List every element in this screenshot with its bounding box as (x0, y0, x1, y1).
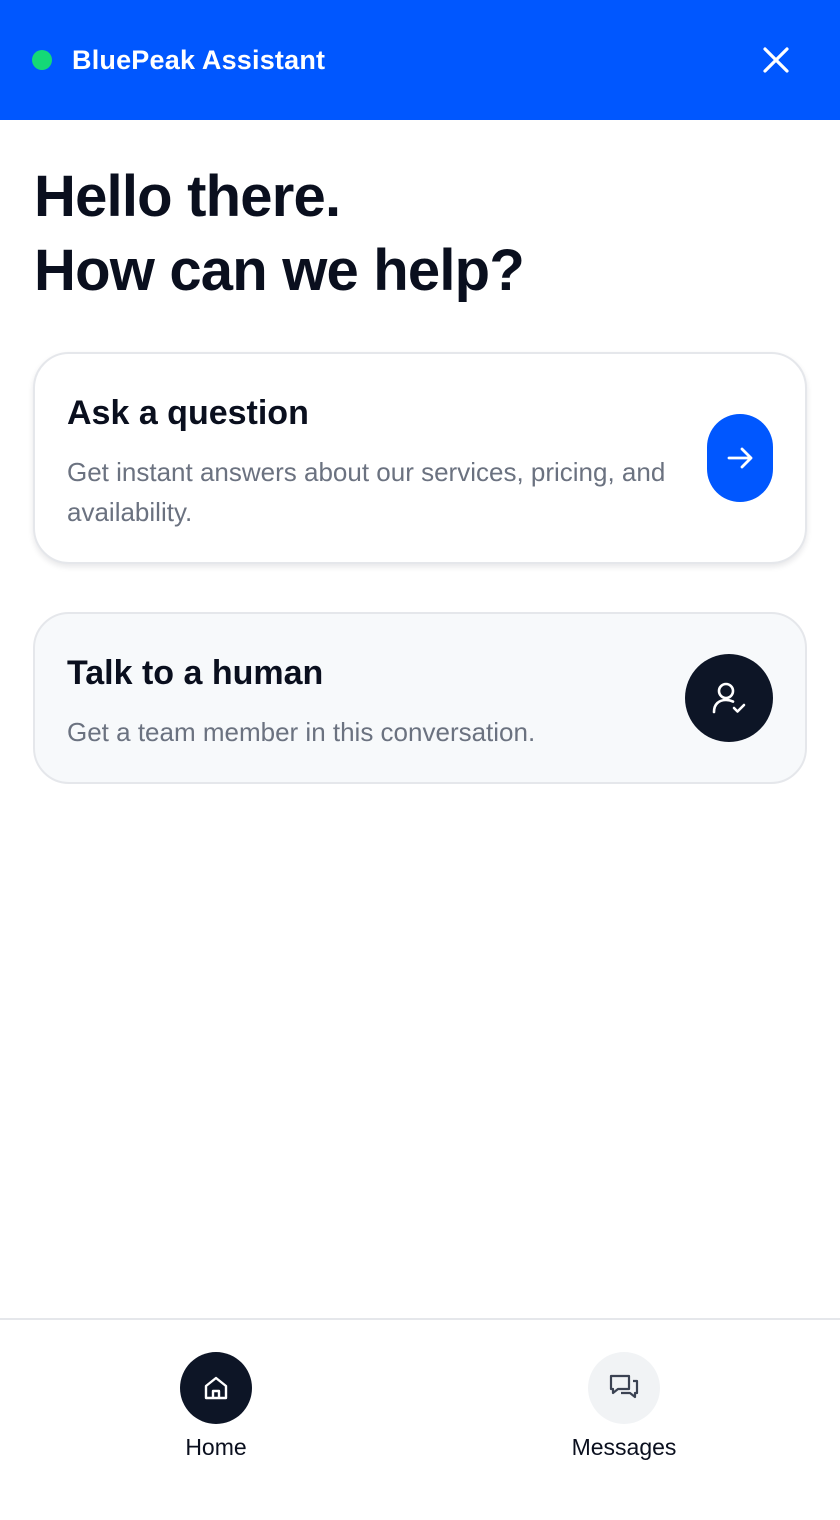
greeting-heading: Hello there. How can we help? (34, 160, 525, 308)
talk-to-human-card[interactable]: Talk to a human Get a team member in thi… (33, 612, 807, 784)
bottom-navigation: Home Messages (0, 1318, 840, 1520)
close-button[interactable] (760, 42, 792, 78)
header-bar: BluePeak Assistant (0, 0, 840, 120)
close-icon (763, 47, 789, 73)
ask-question-title: Ask a question (67, 394, 309, 432)
greeting-line-2: How can we help? (34, 238, 525, 303)
nav-home-label: Home (185, 1434, 247, 1460)
chat-icon (609, 1374, 639, 1399)
talk-to-human-description: Get a team member in this conversation. (67, 717, 536, 747)
nav-messages-icon-wrap (588, 1352, 660, 1424)
ask-question-card[interactable]: Ask a question Get instant answers about… (33, 352, 807, 564)
nav-item-home[interactable]: Home (116, 1352, 316, 1461)
talk-to-human-title: Talk to a human (67, 654, 324, 692)
home-icon (204, 1376, 228, 1400)
ask-question-button[interactable] (707, 414, 773, 502)
arrow-right-icon (727, 447, 753, 469)
online-status-indicator (32, 50, 52, 70)
user-check-icon (712, 682, 746, 714)
ask-question-description: Get instant answers about our services, … (67, 457, 666, 527)
assistant-widget: BluePeak Assistant Hello there. How can … (0, 0, 840, 1520)
nav-item-messages[interactable]: Messages (524, 1352, 724, 1461)
nav-messages-label: Messages (571, 1434, 677, 1460)
nav-home-icon-wrap (180, 1352, 252, 1424)
app-title: BluePeak Assistant (72, 44, 326, 75)
greeting-line-1: Hello there. (34, 164, 341, 229)
talk-to-human-button[interactable] (685, 654, 773, 742)
